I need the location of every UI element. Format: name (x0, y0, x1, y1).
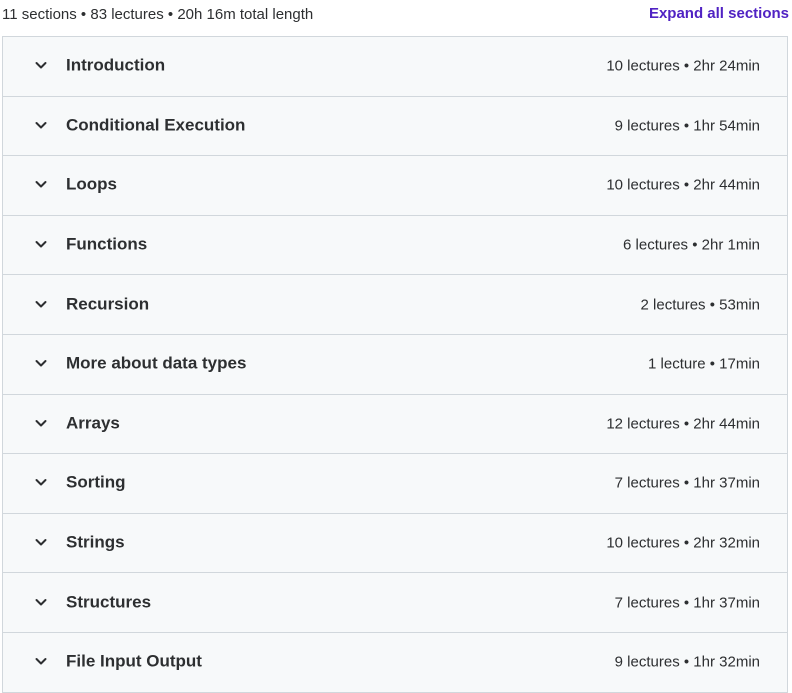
section-meta: 6 lectures • 2hr 1min (623, 236, 760, 254)
section-meta: 1 lecture • 17min (648, 355, 760, 373)
section-meta: 7 lectures • 1hr 37min (614, 594, 760, 612)
section-meta: 10 lectures • 2hr 44min (606, 176, 760, 194)
chevron-down-icon (34, 595, 48, 609)
curriculum-summary: 11 sections • 83 lectures • 20h 16m tota… (2, 6, 314, 23)
section-title: More about data types (66, 353, 247, 373)
section-header-strings[interactable]: Strings 10 lectures • 2hr 32min (3, 513, 787, 574)
section-header-recursion[interactable]: Recursion 2 lectures • 53min (3, 275, 787, 335)
section-meta: 9 lectures • 1hr 54min (614, 117, 760, 135)
curriculum-sections-list: Introduction 10 lectures • 2hr 24min Con… (2, 36, 788, 693)
section-header-arrays[interactable]: Arrays 12 lectures • 2hr 44min (3, 394, 787, 455)
section-title: Conditional Execution (66, 115, 246, 135)
section-meta: 9 lectures • 1hr 32min (614, 653, 760, 671)
section-title: Loops (66, 175, 117, 195)
chevron-down-icon (34, 654, 48, 668)
section-title: Recursion (66, 294, 150, 314)
chevron-down-icon (34, 475, 48, 489)
chevron-down-icon (34, 535, 48, 549)
section-title: Introduction (66, 55, 166, 75)
section-meta: 2 lectures • 53min (640, 296, 760, 314)
expand-all-sections-button[interactable]: Expand all sections (649, 5, 789, 22)
curriculum-summary-bar: 11 sections • 83 lectures • 20h 16m tota… (0, 0, 792, 30)
section-header-file-input-output[interactable]: File Input Output 9 lectures • 1hr 32min (3, 632, 787, 693)
section-title: Structures (66, 592, 152, 612)
section-title: Sorting (66, 473, 126, 493)
chevron-down-icon (34, 237, 48, 251)
section-header-functions[interactable]: Functions 6 lectures • 2hr 1min (3, 215, 787, 276)
chevron-down-icon (34, 58, 48, 72)
chevron-down-icon (34, 356, 48, 370)
section-meta: 7 lectures • 1hr 37min (614, 474, 760, 492)
section-header-loops[interactable]: Loops 10 lectures • 2hr 44min (3, 156, 787, 216)
chevron-down-icon (34, 416, 48, 430)
section-meta: 10 lectures • 2hr 24min (606, 57, 760, 75)
chevron-down-icon (34, 297, 48, 311)
section-title: Arrays (66, 413, 120, 433)
chevron-down-icon (34, 118, 48, 132)
section-meta: 12 lectures • 2hr 44min (606, 415, 760, 433)
section-header-more-about-data-types[interactable]: More about data types 1 lecture • 17min (3, 334, 787, 395)
section-title: Functions (66, 234, 148, 254)
section-header-introduction[interactable]: Introduction 10 lectures • 2hr 24min (3, 37, 787, 97)
section-header-structures[interactable]: Structures 7 lectures • 1hr 37min (3, 573, 787, 633)
section-meta: 10 lectures • 2hr 32min (606, 534, 760, 552)
chevron-down-icon (34, 177, 48, 191)
section-title: File Input Output (66, 651, 202, 671)
section-title: Strings (66, 532, 125, 552)
section-header-conditional-execution[interactable]: Conditional Execution 9 lectures • 1hr 5… (3, 96, 787, 157)
section-header-sorting[interactable]: Sorting 7 lectures • 1hr 37min (3, 454, 787, 514)
